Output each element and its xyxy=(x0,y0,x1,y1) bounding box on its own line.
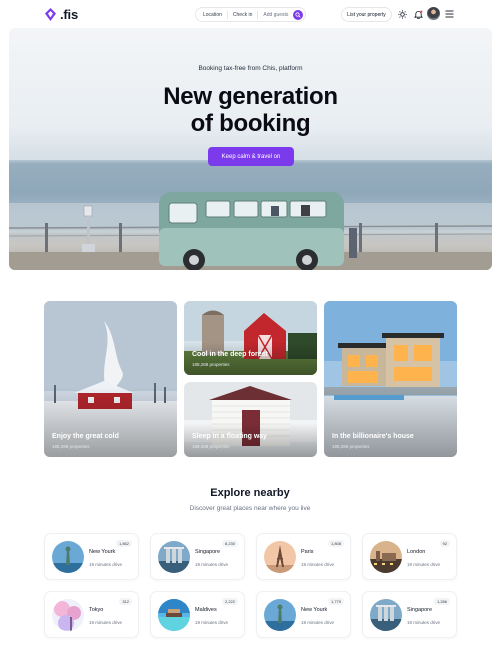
top-nav: .fis Location Check in Add guests List y… xyxy=(0,0,500,28)
place-distance: 19 minutes drive xyxy=(407,562,441,567)
place-distance: 19 minutes drive xyxy=(89,562,123,567)
hero-cta-button[interactable]: Keep calm & travel on xyxy=(208,147,294,166)
guests-field[interactable]: Add guests xyxy=(258,12,293,18)
place-name: Singapore xyxy=(407,607,433,613)
singapore-image xyxy=(158,541,190,573)
place-name: London xyxy=(407,549,426,555)
hero-banner: Booking tax-free from Chis, platform New… xyxy=(9,28,492,270)
search-icon xyxy=(295,12,301,18)
paris-image xyxy=(264,541,296,573)
singapore-image xyxy=(370,599,402,631)
place-count-badge: 1,779 xyxy=(327,598,344,605)
section-subtitle: Discover great places near where you liv… xyxy=(189,505,311,512)
logo[interactable]: .fis xyxy=(45,7,78,22)
section-title: Explore nearby xyxy=(210,487,290,499)
place-card[interactable]: Singapore 19 minutes drive 8,230 xyxy=(150,533,245,580)
card-count: 188,288 properties xyxy=(192,362,230,367)
menu-icon xyxy=(445,10,453,18)
place-name: Singapore xyxy=(195,549,221,555)
search-bar[interactable]: Location Check in Add guests xyxy=(195,7,306,22)
hero-title: New generation of booking xyxy=(9,83,492,137)
place-distance: 19 minutes drive xyxy=(301,620,335,625)
card-overlay xyxy=(184,423,317,457)
avatar[interactable] xyxy=(427,7,440,20)
logo-text: .fis xyxy=(60,7,78,22)
hero-title-line-1: New generation xyxy=(163,83,338,110)
place-card[interactable]: London 19 minutes drive 92 xyxy=(362,533,457,580)
place-distance: 19 minutes drive xyxy=(407,620,441,625)
notifications-button[interactable] xyxy=(412,8,424,20)
place-card[interactable]: New Yourk 19 minutes drive 1,862 xyxy=(44,533,139,580)
location-field[interactable]: Location xyxy=(198,12,227,18)
tokyo-image xyxy=(52,599,84,631)
menu-button[interactable] xyxy=(443,8,455,20)
place-distance: 19 minutes drive xyxy=(301,562,335,567)
checkin-field[interactable]: Check in xyxy=(228,12,257,18)
liberty-image xyxy=(52,541,84,573)
place-card[interactable]: Maldives 19 minutes drive 2,222 xyxy=(150,591,245,638)
card-title: Enjoy the great cold xyxy=(52,433,119,440)
card-title: In the billionaire's house xyxy=(332,433,414,440)
place-distance: 19 minutes drive xyxy=(195,620,229,625)
card-title: Cool in the deep forest xyxy=(192,351,268,358)
bell-icon xyxy=(413,10,423,19)
place-card[interactable]: Paris 19 minutes drive 1,808 xyxy=(256,533,351,580)
category-card[interactable]: In the billionaire's house 188,288 prope… xyxy=(324,301,457,457)
card-overlay xyxy=(184,341,317,375)
card-count: 188,288 properties xyxy=(192,444,230,449)
hero-title-line-2: of booking xyxy=(190,110,311,137)
place-distance: 19 minutes drive xyxy=(89,620,123,625)
theme-toggle[interactable] xyxy=(396,8,408,20)
place-count-badge: 1,286 xyxy=(433,598,450,605)
place-count-badge: 1,862 xyxy=(115,540,132,547)
place-count-badge: 8,230 xyxy=(221,540,238,547)
hero-subtitle: Booking tax-free from Chis, platform xyxy=(198,65,303,72)
place-card[interactable]: New Yourk 19 minutes drive 1,779 xyxy=(256,591,351,638)
card-count: 188,288 properties xyxy=(52,444,90,449)
place-count-badge: 1,808 xyxy=(327,540,344,547)
london-image xyxy=(370,541,402,573)
category-card[interactable]: Cool in the deep forest 188,288 properti… xyxy=(184,301,317,375)
category-card[interactable]: Sleep in a floating way 188,288 properti… xyxy=(184,382,317,457)
place-card[interactable]: Singapore 19 minutes drive 1,286 xyxy=(362,591,457,638)
place-name: Tokyo xyxy=(89,607,104,613)
category-card[interactable]: Enjoy the great cold 188,288 properties xyxy=(44,301,177,457)
place-count-badge: 92 xyxy=(439,540,450,547)
place-name: New Yourk xyxy=(301,607,328,613)
search-button[interactable] xyxy=(293,10,303,20)
logo-icon xyxy=(45,8,56,21)
maldives-image xyxy=(158,599,190,631)
card-count: 188,288 properties xyxy=(332,444,370,449)
place-count-badge: 2,222 xyxy=(221,598,238,605)
list-property-button[interactable]: List your property xyxy=(341,7,392,22)
place-name: Paris xyxy=(301,549,314,555)
place-name: Maldives xyxy=(195,607,217,613)
place-count-badge: 312 xyxy=(119,598,132,605)
place-card[interactable]: Tokyo 19 minutes drive 312 xyxy=(44,591,139,638)
card-title: Sleep in a floating way xyxy=(192,433,268,440)
place-distance: 19 minutes drive xyxy=(195,562,229,567)
place-name: New Yourk xyxy=(89,549,116,555)
liberty-image xyxy=(264,599,296,631)
sun-icon xyxy=(397,9,407,19)
